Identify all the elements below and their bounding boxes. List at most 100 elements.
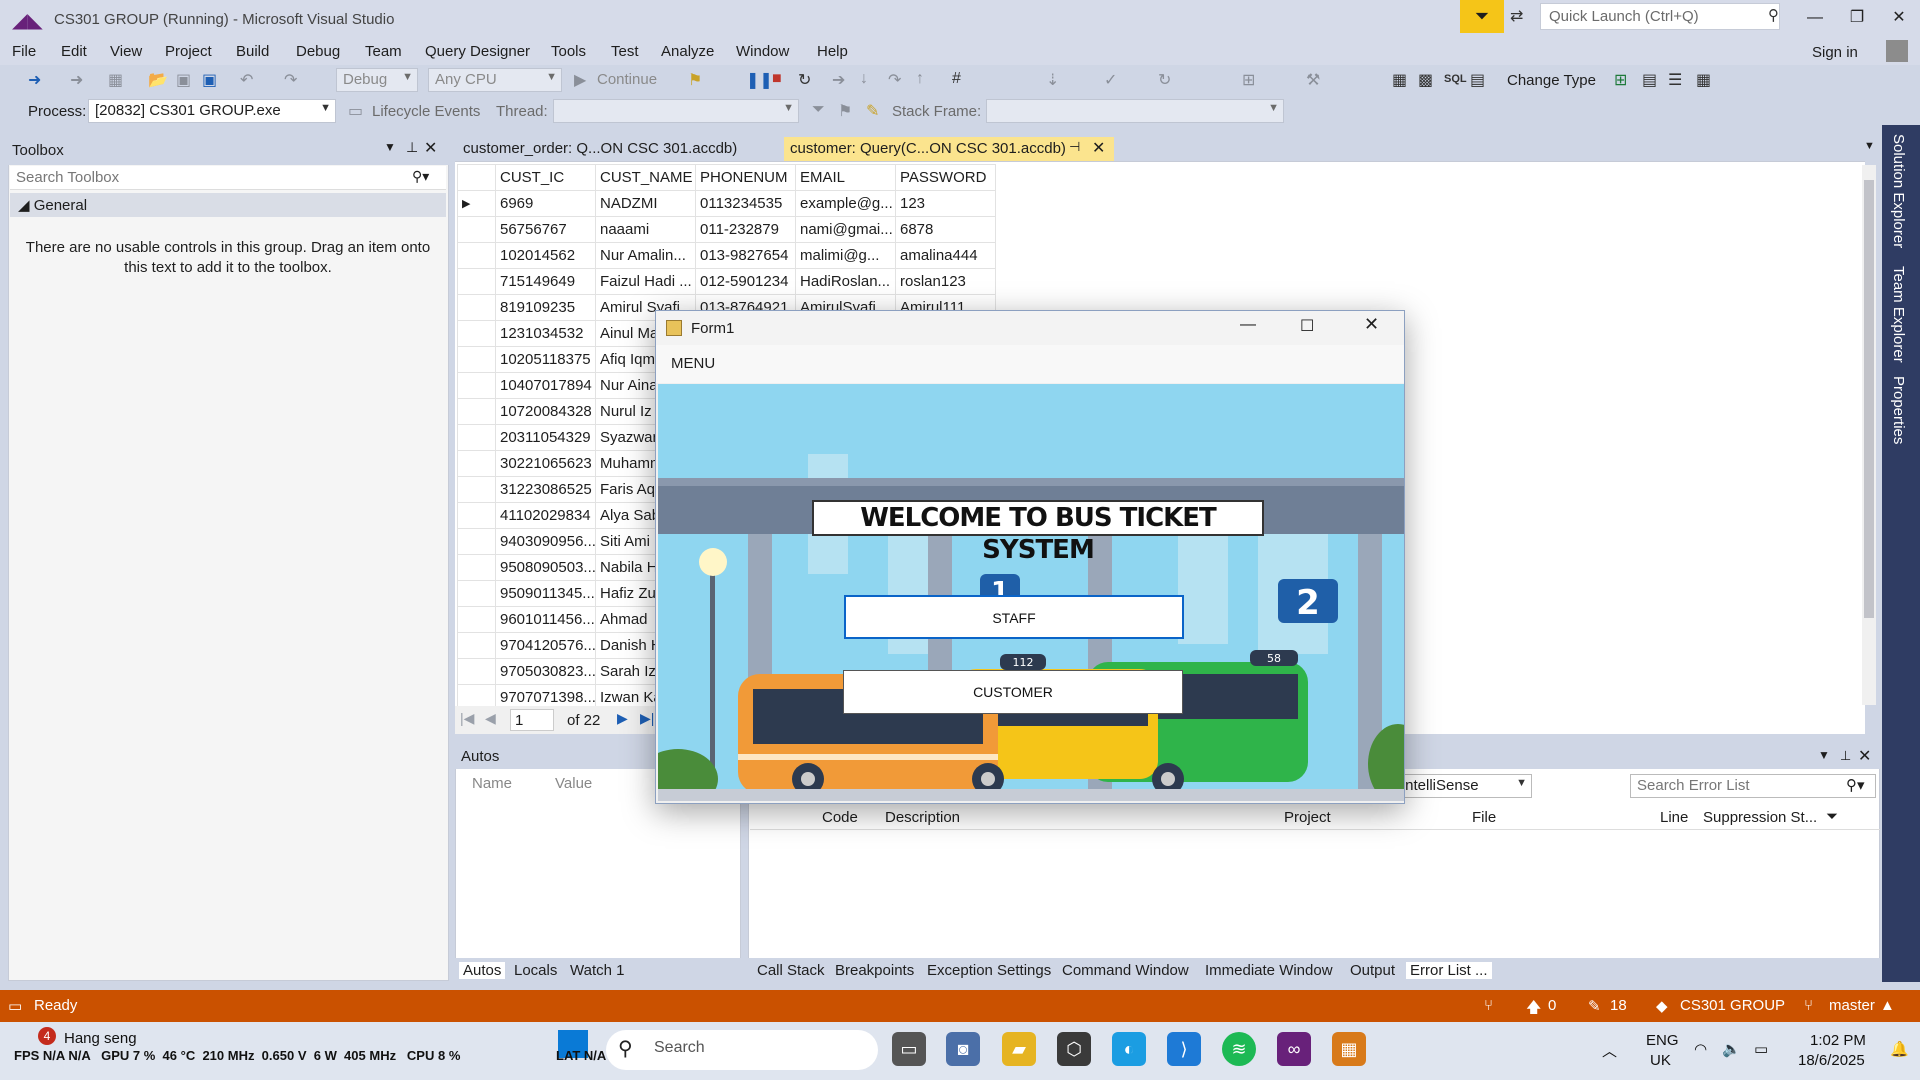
menu-test[interactable]: Test bbox=[611, 43, 639, 60]
table-cell[interactable]: 30221065623 bbox=[495, 450, 596, 477]
account-icon[interactable] bbox=[1886, 40, 1908, 62]
table-cell[interactable]: 20311054329 bbox=[495, 424, 596, 451]
scrollbar-thumb[interactable] bbox=[1864, 180, 1874, 618]
record-number-input[interactable]: 1 bbox=[510, 709, 554, 731]
verify-sql-icon[interactable]: ✓ bbox=[1104, 70, 1117, 90]
menu-button[interactable]: MENU bbox=[671, 355, 715, 372]
menu-project[interactable]: Project bbox=[165, 43, 212, 60]
notification-bell-icon[interactable]: 🔔 bbox=[1890, 1040, 1909, 1058]
search-icon[interactable]: ⚲▾ bbox=[1846, 776, 1865, 794]
close-icon[interactable]: ✕ bbox=[1092, 138, 1105, 158]
menu-tools[interactable]: Tools bbox=[551, 43, 586, 60]
column-description[interactable]: Description bbox=[885, 809, 960, 826]
table-cell[interactable]: 31223086525 bbox=[495, 476, 596, 503]
table-cell[interactable]: 819109235 bbox=[495, 294, 596, 321]
add-table-icon[interactable]: ⊞ bbox=[1614, 70, 1627, 90]
filter-threads-icon[interactable]: ⏷ bbox=[812, 101, 825, 119]
table-cell[interactable]: 123 bbox=[895, 190, 996, 217]
table-cell[interactable]: 10407017894 bbox=[495, 372, 596, 399]
flag-threads-icon[interactable]: ⚑ bbox=[838, 101, 852, 121]
chevron-up-icon[interactable]: ︿ bbox=[1602, 1040, 1617, 1061]
maximize-button[interactable]: ☐ bbox=[1300, 316, 1314, 336]
stock-widget[interactable]: Hang seng bbox=[64, 1030, 137, 1047]
tab-exception-settings[interactable]: Exception Settings bbox=[927, 962, 1051, 979]
app-icon[interactable]: ◙ bbox=[946, 1032, 980, 1066]
column-header[interactable]: PASSWORD bbox=[895, 164, 996, 191]
table-cell[interactable]: NADZMI bbox=[595, 190, 696, 217]
process-icon[interactable]: ⚑ bbox=[688, 70, 702, 90]
branch-name[interactable]: master bbox=[1829, 997, 1875, 1014]
autos-name-column[interactable]: Name bbox=[472, 775, 512, 792]
menu-debug[interactable]: Debug bbox=[296, 43, 340, 60]
table-cell[interactable]: naaami bbox=[595, 216, 696, 243]
menu-help[interactable]: Help bbox=[817, 43, 848, 60]
refresh-icon[interactable]: ↻ bbox=[1158, 70, 1171, 90]
platform-dropdown[interactable]: Any CPU ▼ bbox=[428, 68, 562, 92]
chevron-down-icon[interactable]: ▼ bbox=[1864, 140, 1875, 152]
build-intellisense-dropdown[interactable]: IntelliSense ▼ bbox=[1396, 774, 1532, 798]
form-app-icon[interactable]: ▦ bbox=[1332, 1032, 1366, 1066]
previous-record-icon[interactable]: ◀ bbox=[485, 710, 496, 727]
row-header[interactable] bbox=[457, 424, 496, 451]
table-cell[interactable]: HadiRoslan... bbox=[795, 268, 896, 295]
grid-pane-icon[interactable]: ▩ bbox=[1418, 70, 1433, 90]
close-button[interactable]: ✕ bbox=[1879, 4, 1919, 32]
table-cell[interactable]: Faizul Hadi ... bbox=[595, 268, 696, 295]
play-icon[interactable]: ▶ bbox=[574, 70, 586, 90]
visual-studio-icon[interactable]: ∞ bbox=[1277, 1032, 1311, 1066]
spotify-icon[interactable]: ≋ bbox=[1222, 1032, 1256, 1066]
quick-launch-input[interactable]: Quick Launch (Ctrl+Q) bbox=[1540, 3, 1780, 30]
table-cell[interactable]: 41102029834 bbox=[495, 502, 596, 529]
sql-pane-button[interactable]: SQL bbox=[1444, 73, 1467, 85]
tab-properties[interactable]: Properties bbox=[1890, 376, 1907, 444]
tab-autos[interactable]: Autos bbox=[459, 962, 506, 979]
vscode-icon[interactable]: ⟩ bbox=[1167, 1032, 1201, 1066]
run-query-icon[interactable]: ⇣ bbox=[1046, 70, 1059, 90]
sign-in-link[interactable]: Sign in bbox=[1812, 44, 1858, 61]
stop-icon[interactable]: ■ bbox=[772, 70, 782, 88]
restart-icon[interactable]: ↻ bbox=[798, 70, 811, 90]
tab-output[interactable]: Output bbox=[1350, 962, 1395, 979]
filter-icon[interactable]: ⏷ bbox=[1826, 808, 1838, 825]
customer-button[interactable]: CUSTOMER bbox=[843, 670, 1183, 714]
config-dropdown[interactable]: Debug ▼ bbox=[336, 68, 418, 92]
language-code[interactable]: ENG bbox=[1646, 1032, 1679, 1049]
table-cell[interactable]: 0113234535 bbox=[695, 190, 796, 217]
row-header[interactable] bbox=[457, 528, 496, 555]
menu-file[interactable]: File bbox=[12, 43, 36, 60]
table-cell[interactable]: 012-5901234 bbox=[695, 268, 796, 295]
table-cell[interactable]: 6878 bbox=[895, 216, 996, 243]
row-header[interactable] bbox=[457, 580, 496, 607]
table-cell[interactable]: nami@gmai... bbox=[795, 216, 896, 243]
table-cell[interactable]: 013-9827654 bbox=[695, 242, 796, 269]
changes-count[interactable]: 18 bbox=[1610, 997, 1627, 1014]
file-explorer-icon[interactable]: ▰ bbox=[1002, 1032, 1036, 1066]
table-cell[interactable]: 9403090956... bbox=[495, 528, 596, 555]
menu-team[interactable]: Team bbox=[365, 43, 402, 60]
column-header[interactable]: CUST_IC bbox=[495, 164, 596, 191]
menu-analyze[interactable]: Analyze bbox=[661, 43, 714, 60]
menu-query-designer[interactable]: Query Designer bbox=[425, 43, 530, 60]
close-button[interactable]: ✕ bbox=[1364, 314, 1379, 335]
menu-window[interactable]: Window bbox=[736, 43, 789, 60]
table-cell[interactable]: 6969 bbox=[495, 190, 596, 217]
tab-team-explorer[interactable]: Team Explorer bbox=[1890, 266, 1907, 363]
forward-icon[interactable]: ➜ bbox=[70, 70, 83, 90]
add-derived-table-icon[interactable]: ▦ bbox=[1696, 70, 1711, 90]
tab-breakpoints[interactable]: Breakpoints bbox=[835, 962, 914, 979]
tab-call-stack[interactable]: Call Stack bbox=[757, 962, 825, 979]
chevron-up-icon[interactable]: ▲ bbox=[1880, 997, 1895, 1014]
column-header[interactable]: EMAIL bbox=[795, 164, 896, 191]
column-code[interactable]: Code bbox=[822, 809, 858, 826]
pin-icon[interactable]: ⊣ bbox=[1069, 139, 1080, 155]
pin-icon[interactable]: ⊥ bbox=[1840, 748, 1851, 764]
restore-button[interactable]: ❐ bbox=[1837, 4, 1877, 32]
last-record-icon[interactable]: ▶| bbox=[640, 710, 654, 727]
table-cell[interactable]: 9705030823... bbox=[495, 658, 596, 685]
task-view-icon[interactable]: ▭ bbox=[892, 1032, 926, 1066]
open-file-icon[interactable]: 📂 bbox=[148, 70, 168, 90]
step-over-icon[interactable]: ↷ bbox=[888, 70, 901, 90]
clock-time[interactable]: 1:02 PM bbox=[1810, 1032, 1866, 1049]
column-line[interactable]: Line bbox=[1660, 809, 1688, 826]
chevron-down-icon[interactable]: ▼ bbox=[384, 140, 396, 154]
